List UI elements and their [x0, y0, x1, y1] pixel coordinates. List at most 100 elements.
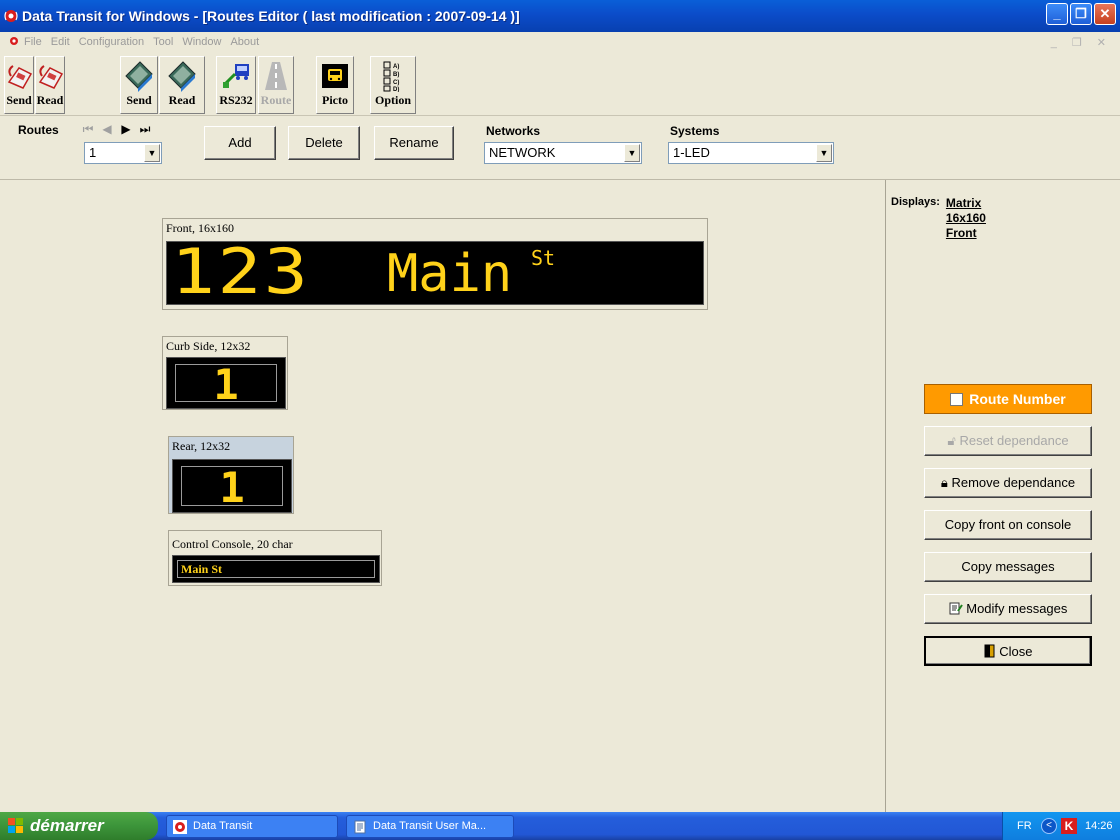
curb-side-sign-panel[interactable]: Curb Side, 12x32 1 [162, 336, 288, 410]
curb-side-caption: Curb Side, 12x32 [166, 339, 251, 353]
rear-sign-panel[interactable]: Rear, 12x32 1 [168, 436, 294, 514]
toolbar: Send Read Send Read RS232 Route Picto A)… [0, 52, 1120, 116]
antivirus-tray-icon[interactable]: K [1061, 818, 1077, 834]
send-tag-button[interactable]: Send [4, 56, 34, 114]
close-window-button[interactable]: ✕ [1094, 3, 1116, 25]
delete-route-button[interactable]: Delete [288, 126, 360, 160]
taskbar-item-data-transit[interactable]: Data Transit [166, 815, 338, 838]
unlock-icon: 🔓︎ [947, 433, 956, 448]
language-indicator[interactable]: FR [1017, 812, 1032, 840]
svg-text:A): A) [393, 64, 399, 70]
chevron-down-icon[interactable]: ▼ [144, 144, 160, 162]
rear-sign-caption: Rear, 12x32 [172, 439, 231, 453]
route-button[interactable]: Route [258, 56, 294, 114]
last-route-icon[interactable]: ⏭ [137, 121, 153, 137]
read-tag-icon [38, 65, 64, 89]
previous-route-icon[interactable]: ◀ [99, 121, 115, 137]
systems-label: Systems [670, 124, 720, 138]
taskbar: démarrer Data Transit Data Transit User … [0, 812, 1120, 840]
send-tag-icon [7, 65, 33, 89]
rs232-icon [223, 64, 249, 88]
picto-bus-icon [322, 64, 348, 88]
chevron-down-icon[interactable]: ▼ [816, 144, 832, 162]
control-console-display[interactable]: Main St [172, 555, 380, 583]
lock-icon: 🔒︎ [940, 475, 948, 490]
restore-button[interactable]: ❐ [1070, 3, 1092, 25]
remove-dependance-button[interactable]: 🔒︎ Remove dependance [924, 468, 1092, 498]
menu-bar: File Edit Configuration Tool Window Abou… [0, 32, 1120, 52]
control-console-caption: Control Console, 20 char [172, 537, 293, 551]
curb-side-text: 1 [213, 360, 239, 409]
route-navigator: ⏮ ◀ ▶ ⏭ [80, 121, 153, 137]
exit-door-icon [984, 644, 1000, 659]
routes-label: Routes [18, 123, 59, 137]
route-select[interactable]: 1 ▼ [84, 142, 162, 164]
windows-flag-icon [8, 818, 24, 834]
rear-text: 1 [219, 463, 245, 512]
front-destination-text: Main [387, 244, 513, 304]
control-console-panel[interactable]: Control Console, 20 char Main St [168, 530, 382, 586]
close-editor-button[interactable]: Close [924, 636, 1092, 666]
route-number-checkbox[interactable] [950, 393, 964, 406]
option-button[interactable]: A) B) C) D) Option [370, 56, 416, 114]
rear-led-display[interactable]: 1 [172, 459, 292, 513]
displays-info: Displays: Matrix 16x160 Front [891, 196, 986, 241]
first-route-icon[interactable]: ⏮ [80, 121, 96, 137]
right-panel: Displays: Matrix 16x160 Front Route Numb… [885, 180, 1120, 812]
app-logo-icon [4, 9, 18, 23]
menu-tool[interactable]: Tool [153, 36, 173, 48]
menu-logo-icon[interactable] [8, 36, 20, 49]
svg-text:C): C) [393, 80, 399, 86]
front-sign-panel[interactable]: Front, 16x160 123 Main St [162, 218, 708, 310]
front-destination-suffix: St [531, 246, 556, 270]
menu-about[interactable]: About [230, 36, 259, 48]
data-transit-app-icon [173, 820, 187, 834]
chevron-down-icon[interactable]: ▼ [624, 144, 640, 162]
minimize-button[interactable]: _ [1046, 3, 1068, 25]
clock: 14:26 [1085, 820, 1113, 832]
send-card-icon [125, 61, 153, 92]
title-bar[interactable]: Data Transit for Windows - [Routes Edito… [0, 0, 1120, 32]
curb-side-led-display[interactable]: 1 [166, 357, 286, 409]
next-route-icon[interactable]: ▶ [118, 121, 134, 137]
svg-text:D): D) [393, 87, 399, 92]
front-led-display[interactable]: 123 Main St [166, 235, 704, 308]
front-route-number: 123 [171, 235, 311, 308]
mdi-window-controls[interactable]: _ ❐ ✕ [1051, 36, 1112, 49]
read-card-icon [168, 61, 196, 92]
menu-configuration[interactable]: Configuration [79, 36, 144, 48]
edit-messages-icon [949, 601, 967, 616]
send-card-button[interactable]: Send [120, 56, 158, 114]
start-button[interactable]: démarrer [0, 812, 158, 840]
displays-label: Displays: [891, 196, 940, 208]
option-list-icon: A) B) C) D) [383, 61, 399, 92]
system-tray: FR < K 14:26 [1002, 812, 1120, 840]
sign-editor-area: Front, 16x160 123 Main St Curb Side, 12x… [0, 180, 885, 812]
copy-messages-button[interactable]: Copy messages [924, 552, 1092, 582]
menu-file[interactable]: File [24, 36, 42, 48]
routes-bar: Routes ⏮ ◀ ▶ ⏭ 1 ▼ Add Delete Rename Net… [0, 118, 1120, 180]
networks-label: Networks [486, 124, 541, 138]
tray-arrow-icon[interactable]: < [1041, 818, 1057, 834]
document-icon [353, 820, 367, 834]
svg-text:B): B) [393, 72, 399, 78]
rename-route-button[interactable]: Rename [374, 126, 454, 160]
reset-dependance-button[interactable]: 🔓︎ Reset dependance [924, 426, 1092, 456]
systems-select[interactable]: 1-LED ▼ [668, 142, 834, 164]
window-title: Data Transit for Windows - [Routes Edito… [22, 8, 520, 24]
rs232-button[interactable]: RS232 [216, 56, 256, 114]
networks-select[interactable]: NETWORK ▼ [484, 142, 642, 164]
add-route-button[interactable]: Add [204, 126, 276, 160]
route-icon [265, 62, 287, 90]
route-number-toggle[interactable]: Route Number [924, 384, 1092, 414]
read-card-button[interactable]: Read [159, 56, 205, 114]
picto-button[interactable]: Picto [316, 56, 354, 114]
taskbar-item-user-manual[interactable]: Data Transit User Ma... [346, 815, 514, 838]
copy-front-on-console-button[interactable]: Copy front on console [924, 510, 1092, 540]
read-tag-button[interactable]: Read [35, 56, 65, 114]
menu-edit[interactable]: Edit [51, 36, 70, 48]
menu-window[interactable]: Window [182, 36, 221, 48]
modify-messages-button[interactable]: Modify messages [924, 594, 1092, 624]
control-console-text: Main St [181, 562, 223, 576]
displays-link[interactable]: Matrix 16x160 Front [946, 196, 986, 241]
